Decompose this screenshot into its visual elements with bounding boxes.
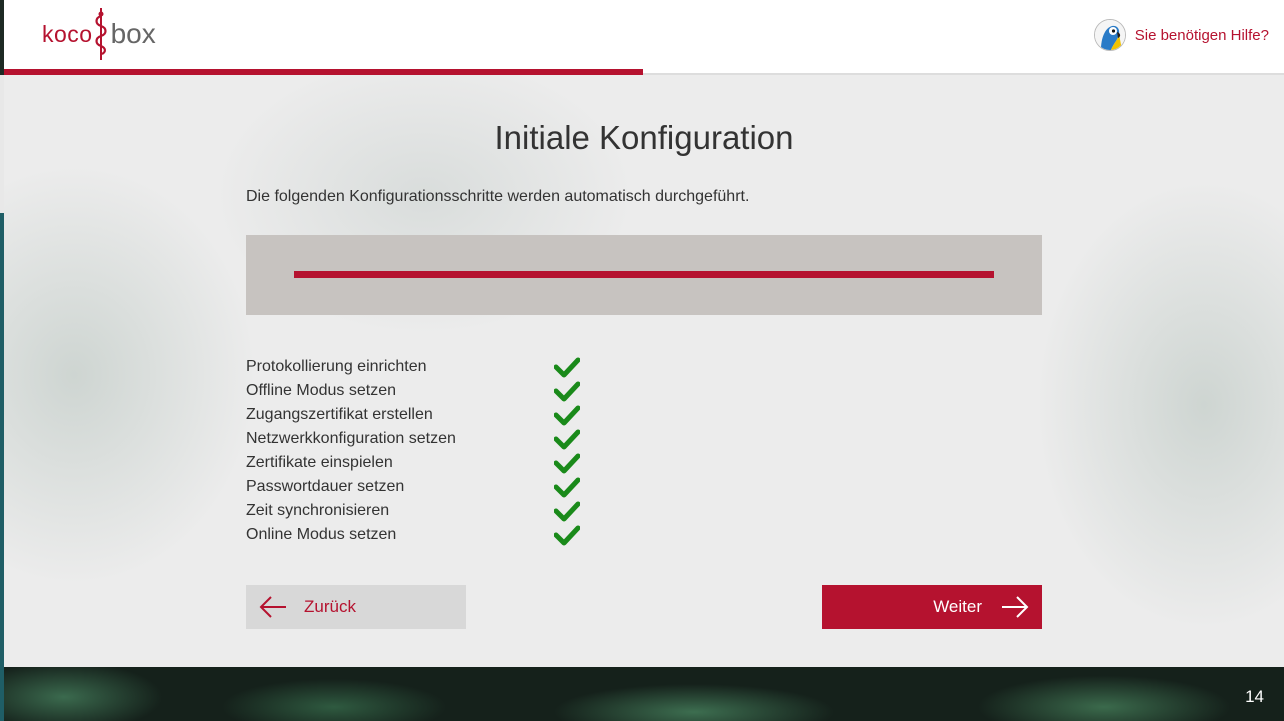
progress-bar-fill (294, 271, 994, 278)
caduceus-icon (95, 8, 107, 60)
checkmark-icon (554, 501, 580, 522)
checkmark-icon (554, 405, 580, 426)
page-title: Initiale Konfiguration (494, 119, 794, 156)
arrow-right-icon (1002, 596, 1029, 618)
intro-text: Die folgenden Konfigurationsschritte wer… (246, 188, 750, 205)
step-item: Zeit synchronisieren (246, 499, 580, 523)
help-link[interactable]: Sie benötigen Hilfe? (1093, 19, 1269, 51)
arrow-left-icon (259, 596, 286, 618)
back-button-label: Zurück (304, 597, 356, 616)
header: koco box Sie benötigen Hilfe? (4, 0, 1284, 75)
step-label: Online Modus setzen (246, 526, 397, 543)
footer: 14 (4, 667, 1284, 721)
checkmark-icon (554, 357, 580, 378)
page-number: 14 (1245, 687, 1264, 706)
parrot-avatar-icon (1093, 19, 1126, 51)
checkmark-icon (554, 381, 580, 402)
step-label: Zertifikate einspielen (246, 454, 393, 471)
checkmark-icon (554, 453, 580, 474)
step-item: Passwortdauer setzen (246, 475, 580, 499)
main-panel: Initiale Konfiguration Die folgenden Kon… (4, 75, 1284, 667)
step-label: Protokollierung einrichten (246, 358, 427, 375)
checkmark-icon (554, 477, 580, 498)
step-item: Netzwerkkonfiguration setzen (246, 427, 580, 451)
step-label: Offline Modus setzen (246, 382, 397, 399)
logo-text-koco: koco (42, 20, 93, 47)
step-item: Zertifikate einspielen (246, 451, 580, 475)
step-list: Protokollierung einrichten Offline Modus … (246, 355, 580, 547)
step-label: Zeit synchronisieren (246, 502, 390, 519)
checkmark-icon (554, 429, 580, 450)
step-item: Zugangszertifikat erstellen (246, 403, 580, 427)
back-button[interactable]: Zurück (246, 585, 466, 629)
next-button[interactable]: Weiter (822, 585, 1042, 629)
next-button-label: Weiter (933, 597, 982, 616)
step-item: Protokollierung einrichten (246, 355, 580, 379)
checkmark-icon (554, 525, 580, 546)
step-item: Online Modus setzen (246, 523, 580, 547)
step-item: Offline Modus setzen (246, 379, 580, 403)
kocobox-logo[interactable]: koco box (42, 6, 156, 62)
logo-text-box: box (110, 18, 156, 49)
step-label: Passwortdauer setzen (246, 478, 405, 495)
step-label: Zugangszertifikat erstellen (246, 406, 433, 423)
help-label: Sie benötigen Hilfe? (1134, 26, 1269, 44)
step-label: Netzwerkkonfiguration setzen (246, 430, 456, 447)
progress-bar (294, 271, 994, 278)
progress-panel (246, 235, 1042, 315)
